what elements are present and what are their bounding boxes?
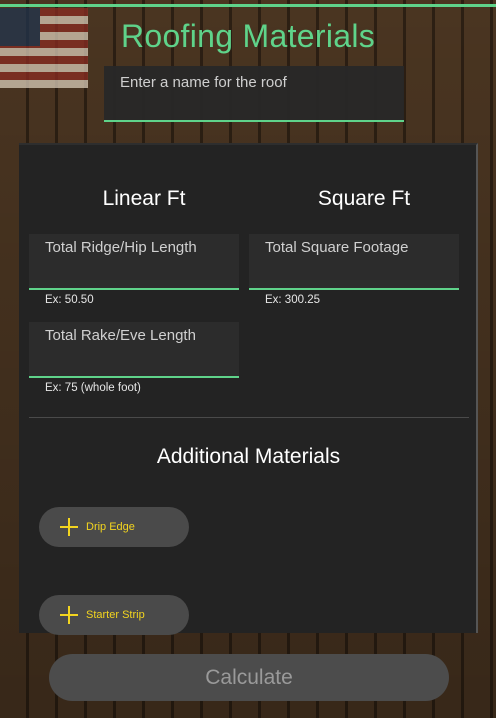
square-ft-heading: Square Ft [317, 187, 411, 210]
linear-ft-heading: Linear Ft [102, 187, 186, 210]
plus-icon [60, 518, 78, 536]
page-title: Roofing Materials [120, 18, 376, 54]
ridge-length-field[interactable] [29, 234, 239, 290]
rake-length-input[interactable] [29, 322, 239, 376]
measurements-panel: Linear Ft Square Ft Ex: 50.50 Ex: 300.25… [19, 143, 478, 635]
square-footage-field[interactable] [249, 234, 459, 290]
drip-edge-label: Drip Edge [86, 521, 135, 533]
top-accent-bar [0, 4, 496, 7]
starter-strip-label: Starter Strip [86, 609, 145, 621]
ridge-length-input[interactable] [29, 234, 239, 288]
roof-name-field[interactable] [104, 66, 404, 122]
roof-name-input[interactable] [104, 66, 404, 120]
ridge-length-hint: Ex: 50.50 [45, 294, 94, 306]
square-footage-hint: Ex: 300.25 [265, 294, 320, 306]
rake-length-hint: Ex: 75 (whole foot) [45, 382, 141, 394]
section-divider [29, 417, 469, 418]
additional-materials-heading: Additional Materials [156, 445, 341, 468]
add-starter-strip-button[interactable]: Starter Strip [39, 595, 189, 635]
calculate-button[interactable]: Calculate [49, 654, 449, 701]
rake-length-field[interactable] [29, 322, 239, 378]
add-drip-edge-button[interactable]: Drip Edge [39, 507, 189, 547]
square-footage-input[interactable] [249, 234, 459, 288]
plus-icon [60, 606, 78, 624]
